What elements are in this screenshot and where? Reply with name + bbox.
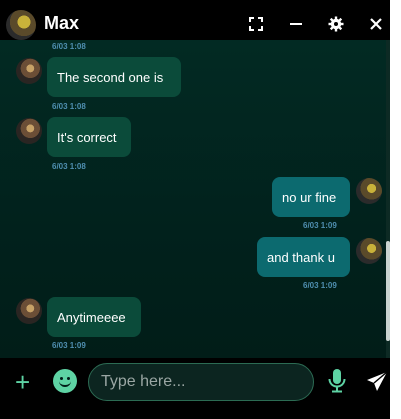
scrollbar-thumb[interactable] — [386, 241, 390, 341]
avatar — [16, 118, 42, 144]
message-list[interactable]: 6/03 1:08 The second one is 6/03 1:08 It… — [0, 40, 386, 358]
plus-icon[interactable]: + — [15, 369, 30, 395]
message-bubble-outgoing: no ur fine — [272, 177, 350, 217]
emoji-eye — [60, 377, 63, 380]
avatar — [16, 298, 42, 324]
avatar — [16, 58, 42, 84]
message-timestamp: 6/03 1:08 — [52, 162, 86, 171]
emoji-mouth — [59, 381, 71, 387]
avatar — [356, 178, 382, 204]
message-bubble-outgoing: and thank u — [257, 237, 350, 277]
expand-button[interactable] — [246, 14, 266, 34]
chat-window: Max 6/03 1:08 The second one is 6/03 1:0… — [0, 0, 390, 419]
message-timestamp: 6/03 1:09 — [303, 281, 337, 290]
emoji-eye — [67, 377, 70, 380]
gear-icon — [328, 16, 344, 32]
chat-title: Max — [44, 13, 80, 33]
expand-icon — [249, 17, 263, 31]
avatar[interactable] — [6, 10, 36, 40]
message-timestamp: 6/03 1:09 — [52, 341, 86, 350]
minimize-button[interactable] — [286, 14, 306, 34]
message-input[interactable] — [88, 363, 314, 401]
close-icon — [370, 18, 382, 30]
send-icon[interactable] — [366, 371, 388, 393]
avatar — [356, 238, 382, 264]
emoji-icon[interactable] — [53, 369, 77, 393]
minimize-icon — [290, 23, 302, 25]
message-bubble-incoming: The second one is — [47, 57, 181, 97]
message-bubble-incoming: Anytimeeee — [47, 297, 141, 337]
message-timestamp: 6/03 1:08 — [52, 42, 86, 51]
close-button[interactable] — [366, 14, 386, 34]
message-timestamp: 6/03 1:08 — [52, 102, 86, 111]
message-timestamp: 6/03 1:09 — [303, 221, 337, 230]
settings-button[interactable] — [326, 14, 346, 34]
mic-icon[interactable] — [327, 368, 347, 394]
message-bubble-incoming: It's correct — [47, 117, 131, 157]
